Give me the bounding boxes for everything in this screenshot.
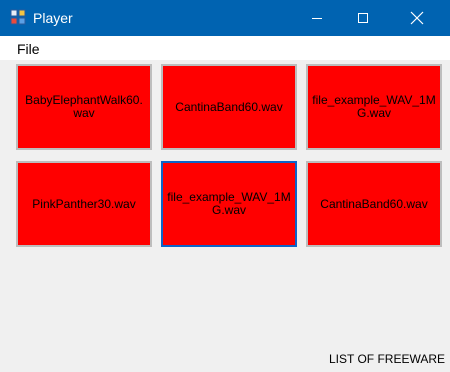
track-tile-label: CantinaBand60.wav [320,196,428,211]
track-tile[interactable]: file_example_WAV_1MG.wav [306,64,442,150]
freeware-list-label: LIST OF FREEWARE [329,352,446,366]
track-tile-label: file_example_WAV_1MG.wav [312,93,436,120]
menu-file[interactable]: File [17,41,40,57]
window-title: Player [33,10,73,26]
minimize-button[interactable] [294,0,340,36]
menu-bar: File [0,36,450,60]
close-icon [410,11,424,25]
maximize-button[interactable] [340,0,386,36]
minimize-icon [312,18,322,19]
track-tile[interactable]: CantinaBand60.wav [161,64,297,150]
track-tile[interactable]: BabyElephantWalk60.wav [16,64,152,150]
track-tile-label: PinkPanther30.wav [32,196,136,211]
track-tile-label: CantinaBand60.wav [175,99,283,114]
app-icon[interactable] [10,9,26,25]
track-tile-label: file_example_WAV_1MG.wav [167,190,291,217]
close-button[interactable] [394,0,440,36]
title-bar: Player [0,0,450,36]
track-tile-label: BabyElephantWalk60.wav [25,93,143,120]
track-tile[interactable]: PinkPanther30.wav [16,161,152,247]
track-tile-selected[interactable]: file_example_WAV_1MG.wav [161,161,297,247]
track-tile[interactable]: CantinaBand60.wav [306,161,442,247]
maximize-icon [358,13,368,23]
